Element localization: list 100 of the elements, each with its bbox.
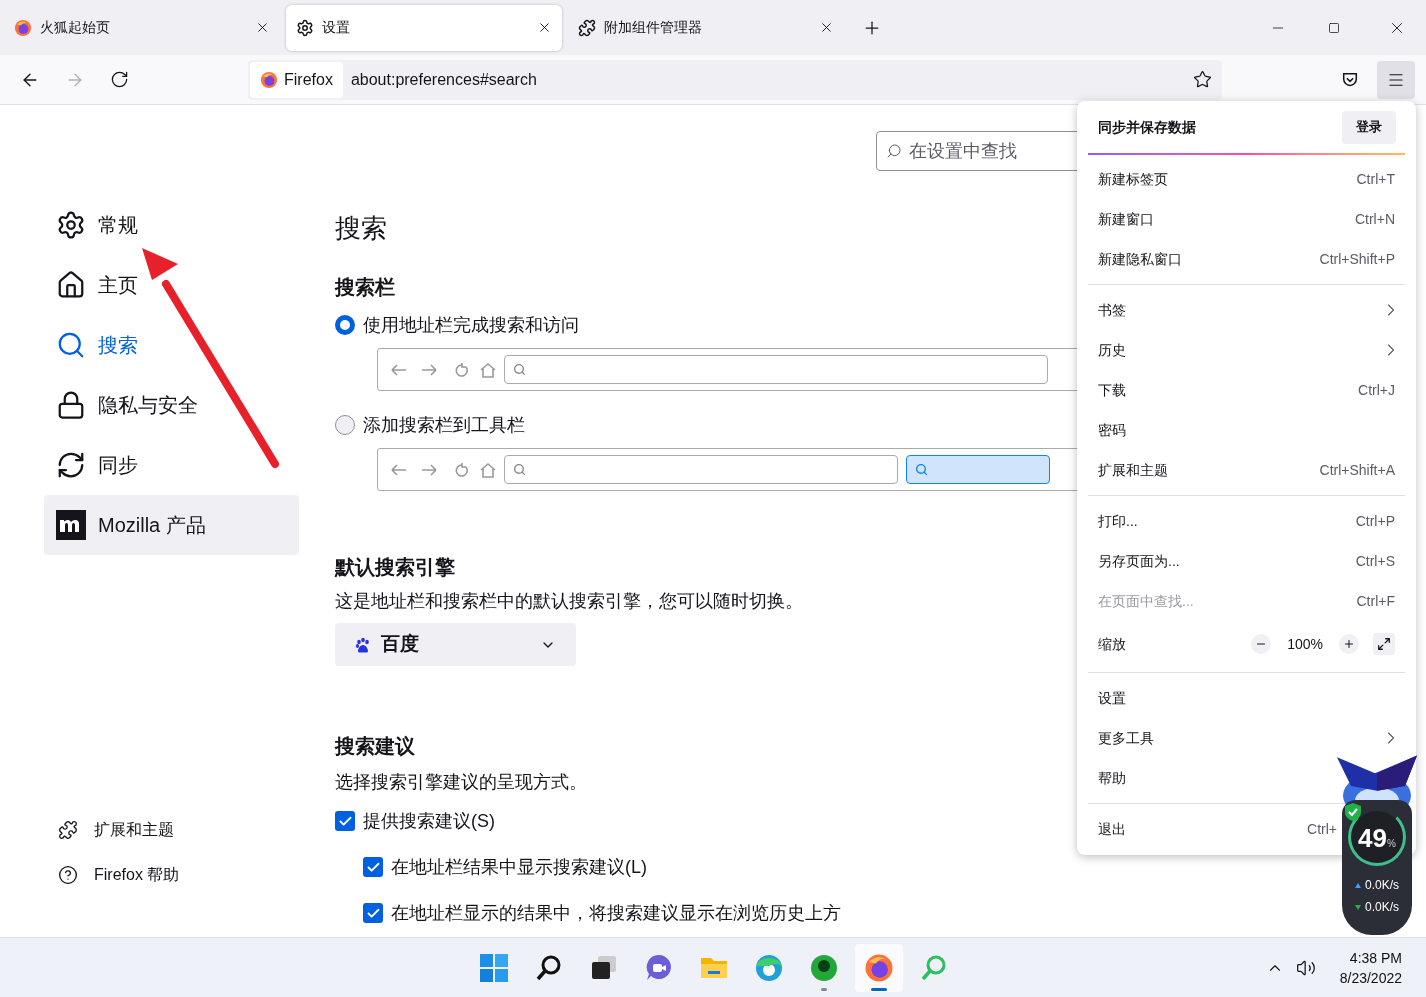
menu-item[interactable]: 退出 Ctrl+ — [1077, 809, 1340, 849]
menu-item[interactable]: 书签 — [1077, 290, 1416, 330]
tab-title: 火狐起始页 — [40, 18, 111, 37]
search-icon — [513, 363, 526, 376]
shortcut-text: Ctrl+Shift+P — [1319, 249, 1395, 269]
menu-item[interactable]: 密码 — [1077, 410, 1416, 450]
browser-tab[interactable]: 设置 — [286, 4, 562, 51]
help-icon — [58, 864, 78, 885]
checkbox-label: 提供搜索建议(S) — [363, 810, 495, 833]
speed-widget[interactable]: 49% 0.0K/s 0.0K/s — [1342, 800, 1412, 935]
chat-icon — [644, 952, 674, 983]
close-icon[interactable] — [255, 20, 270, 35]
restore-icon[interactable] — [1328, 21, 1340, 34]
section-heading: 搜索建议 — [335, 734, 415, 759]
search-icon — [56, 330, 86, 360]
clock-date[interactable]: 8/23/2022 — [1339, 967, 1402, 988]
firefox-logo-icon — [864, 952, 894, 983]
shortcut-text: Ctrl+ — [1307, 819, 1337, 839]
identity-chip[interactable]: Firefox — [250, 61, 343, 98]
download-arrow-icon — [1355, 904, 1361, 910]
home-icon — [56, 270, 86, 300]
shortcut-text: Ctrl+N — [1354, 209, 1395, 229]
shortcut-text: Ctrl+S — [1355, 551, 1395, 571]
gauge: 49% — [1348, 808, 1406, 866]
shortcut-text: Ctrl+J — [1358, 380, 1395, 400]
menu-button[interactable] — [1377, 60, 1415, 99]
browser-icon — [754, 952, 784, 983]
menu-item[interactable]: 更多工具 — [1077, 718, 1416, 758]
sync-icon — [56, 450, 86, 480]
search-engine-dropdown[interactable]: 百度 — [335, 623, 576, 666]
clock-time[interactable]: 4:38 PM — [1349, 947, 1402, 968]
section-heading: 默认搜索引擎 — [335, 555, 455, 580]
radio-button[interactable] — [335, 415, 355, 435]
mozilla-logo-icon — [56, 510, 86, 540]
shortcut-text: Ctrl+F — [1356, 591, 1395, 611]
menu-item[interactable]: 扩展和主题 Ctrl+Shift+A — [1077, 450, 1416, 490]
puzzle-icon — [58, 819, 78, 840]
sidebar-item[interactable]: 隐私与安全 — [44, 375, 299, 435]
zoom-out-button[interactable] — [1251, 634, 1272, 654]
sidebar-item[interactable]: 主页 — [44, 255, 299, 315]
radio-button[interactable] — [335, 315, 355, 335]
shortcut-text: Ctrl+T — [1356, 169, 1395, 189]
plus-icon — [1343, 638, 1355, 650]
app-icon — [809, 952, 839, 983]
download-speed: 0.0K/s — [1365, 899, 1399, 916]
star-icon[interactable] — [1193, 70, 1212, 89]
menu-item[interactable]: 设置 — [1077, 678, 1416, 718]
sign-in-button[interactable]: 登录 — [1342, 110, 1396, 144]
tab-title: 附加组件管理器 — [604, 18, 703, 37]
browser-tab[interactable]: 附加组件管理器 — [568, 4, 844, 51]
browser-tab[interactable]: 火狐起始页 — [4, 4, 280, 51]
windows-logo-icon — [479, 952, 509, 983]
gear-icon — [56, 210, 86, 240]
close-icon[interactable] — [819, 20, 834, 35]
menu-item[interactable]: 历史 — [1077, 330, 1416, 370]
zoom-in-button[interactable] — [1339, 634, 1359, 654]
shield-icon — [1344, 802, 1362, 822]
sidebar-link[interactable]: 扩展和主题 — [44, 807, 320, 852]
menu-item[interactable]: 另存页面为... Ctrl+S — [1077, 541, 1416, 581]
fullscreen-button[interactable] — [1373, 633, 1395, 655]
menu-item[interactable]: 下载 Ctrl+J — [1077, 370, 1416, 410]
firefox-logo-icon — [14, 18, 32, 37]
search-icon — [513, 463, 526, 476]
upload-speed: 0.0K/s — [1365, 877, 1399, 894]
expand-icon — [1377, 637, 1391, 651]
shortcut-text: Ctrl+Shift+A — [1319, 460, 1395, 480]
checkbox-label: 在地址栏显示的结果中，将搜索建议显示在浏览历史上方 — [391, 902, 841, 925]
sidebar-item[interactable]: 同步 — [44, 435, 299, 495]
pocket-icon[interactable] — [1341, 70, 1359, 89]
search-icon — [886, 143, 902, 159]
address-bar[interactable]: Firefox about:preferences#search — [248, 59, 1222, 100]
close-icon[interactable] — [537, 20, 552, 35]
checkbox[interactable] — [363, 857, 383, 877]
checkbox[interactable] — [363, 903, 383, 923]
paw-icon — [355, 636, 371, 653]
sidebar-link[interactable]: Firefox 帮助 — [44, 852, 320, 897]
menu-item[interactable]: 打印... Ctrl+P — [1077, 501, 1416, 541]
firefox-logo-icon — [260, 70, 278, 89]
menu-item: 缩放 100% — [1077, 621, 1416, 667]
upload-arrow-icon — [1355, 882, 1361, 888]
section-description: 选择搜索引擎建议的呈现方式。 — [335, 771, 587, 794]
section-heading: 搜索栏 — [335, 275, 395, 300]
reload-icon[interactable] — [110, 70, 129, 89]
menu-item[interactable]: 新建隐私窗口 Ctrl+Shift+P — [1077, 239, 1416, 279]
menu-item[interactable]: 新建窗口 Ctrl+N — [1077, 199, 1416, 239]
gear-icon — [296, 18, 314, 37]
sidebar-item[interactable]: Mozilla 产品 — [44, 495, 299, 555]
tab-title: 设置 — [322, 18, 351, 37]
lock-icon — [56, 390, 86, 420]
radio-label: 使用地址栏完成搜索和访问 — [363, 314, 579, 337]
shortcut-text: Ctrl+P — [1355, 511, 1395, 531]
checkbox[interactable] — [335, 811, 355, 831]
puzzle-icon — [578, 18, 596, 37]
search-icon — [915, 463, 928, 476]
page-title: 搜索 — [335, 212, 387, 245]
sidebar-item[interactable]: 常规 — [44, 195, 299, 255]
sidebar-item[interactable]: 搜索 — [44, 315, 299, 375]
radio-label: 添加搜索栏到工具栏 — [363, 414, 525, 437]
menu-item[interactable]: 帮助 — [1077, 758, 1416, 798]
url-text: about:preferences#search — [350, 69, 538, 90]
